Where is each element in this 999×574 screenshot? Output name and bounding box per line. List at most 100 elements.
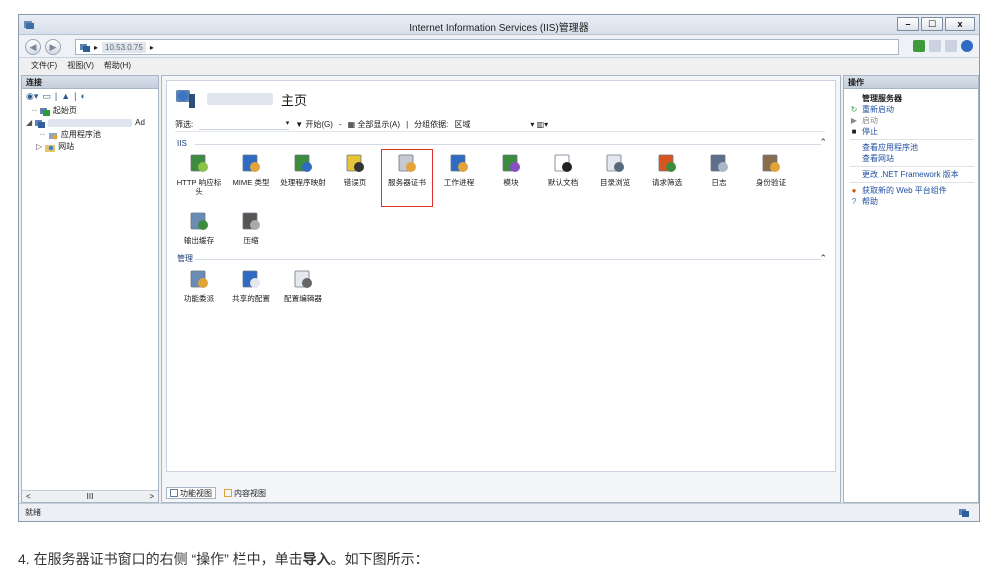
request-filter-icon — [658, 154, 676, 172]
actions-section-title: 管理服务器 — [862, 94, 902, 103]
group-management-collapse-icon[interactable]: ⌃ — [819, 253, 827, 264]
scroll-thumb[interactable]: III — [87, 492, 94, 501]
feature-delegation[interactable]: 功能委派 — [173, 265, 225, 323]
tree-item-start-page[interactable]: ┈ 起始页 — [26, 105, 158, 117]
feature-label: 日志 — [711, 178, 727, 187]
group-by-dropdown-icon[interactable]: ▾ ▥▾ — [530, 120, 548, 129]
action-view-sites[interactable]: 查看网站 — [850, 153, 974, 164]
help-dropdown-icon[interactable] — [961, 40, 973, 52]
show-all-button[interactable]: ▦ 全部显示(A) — [348, 119, 400, 130]
feature-certificate[interactable]: 服务器证书 — [381, 149, 433, 207]
address-path[interactable]: ▸ 10.53.0.75 ▸ — [75, 39, 899, 55]
action-help[interactable]: ? 帮助 — [850, 196, 974, 207]
actions-pane: 操作 管理服务器 ↻ 重新启动 ▶ 启动 ■ 停止 查看应用程序池 查看网站 更改 .… — [843, 75, 979, 503]
window-title: Internet Information Services (IIS)管理器 — [409, 23, 589, 34]
feature-worker-process[interactable]: 工作进程 — [433, 149, 485, 207]
tab-features-view[interactable]: 功能视图 — [166, 487, 216, 499]
home-icon[interactable] — [945, 40, 957, 52]
action-view-app-pools[interactable]: 查看应用程序池 — [850, 142, 974, 153]
sites-folder-icon — [45, 144, 56, 152]
feature-label: 输出缓存 — [183, 236, 215, 245]
scroll-right-icon[interactable]: > — [149, 492, 154, 501]
refresh-icon[interactable] — [913, 40, 925, 52]
minimize-button[interactable]: – — [897, 17, 919, 31]
tree-item-app-pools[interactable]: ┈ 应用程序池 — [26, 129, 158, 141]
feature-http-headers[interactable]: HTTP 响应标头 — [173, 149, 225, 207]
connections-pane: 连接 ◉▾ ▭ | ▲ | ◐ ┈ 起始页 ◢ Ad ┈ 应用程序池 ▷ 网站 … — [21, 75, 159, 503]
address-arrow: ▸ — [94, 42, 99, 52]
action-start: ▶ 启动 — [850, 116, 878, 125]
feature-shared-config[interactable]: 共享的配置 — [225, 265, 277, 323]
back-button[interactable]: ◀ — [25, 39, 41, 55]
connections-header: 连接 — [22, 76, 158, 89]
separator: | — [54, 91, 58, 101]
feature-auth[interactable]: 身份验证 — [745, 149, 797, 207]
feature-label: MIME 类型 — [232, 178, 270, 187]
feature-directory[interactable]: 目录浏览 — [589, 149, 641, 207]
maximize-button[interactable]: ☐ — [921, 17, 943, 31]
feature-request-filter[interactable]: 请求筛选 — [641, 149, 693, 207]
address-bar: ◀ ▶ ▸ 10.53.0.75 ▸ — [19, 36, 979, 58]
menu-file[interactable]: 文件(F) — [31, 59, 57, 73]
feature-logging[interactable]: 日志 — [693, 149, 745, 207]
restart-icon: ↻ — [850, 105, 858, 114]
address-segment-server[interactable]: 10.53.0.75 — [102, 41, 146, 53]
address-arrow-2: ▸ — [149, 42, 154, 52]
stop-icon: ■ — [851, 127, 857, 136]
content-view-icon — [224, 489, 232, 497]
forward-button[interactable]: ▶ — [45, 39, 61, 55]
action-get-web-platform[interactable]: ● 获取新的 Web 平台组件 — [850, 185, 974, 196]
save-icon[interactable]: ▭ — [42, 91, 51, 102]
action-restart[interactable]: ↻ 重新启动 — [850, 104, 974, 115]
feature-default-doc[interactable]: 默认文档 — [537, 149, 589, 207]
separator-2: | — [74, 91, 77, 101]
tree-item-server[interactable]: ◢ Ad — [26, 117, 158, 129]
status-bar: 就绪 — [19, 503, 979, 521]
app-pool-icon — [48, 132, 58, 139]
page-title: 主页 — [281, 92, 308, 108]
feature-error-page[interactable]: 错误页 — [329, 149, 381, 207]
http-headers-icon — [190, 154, 208, 172]
server-icon — [80, 43, 90, 52]
feature-compression[interactable]: 压缩 — [225, 207, 277, 265]
connect-icon[interactable]: ◉▾ — [26, 91, 38, 102]
close-button[interactable]: x — [945, 17, 975, 31]
feature-modules[interactable]: 模块 — [485, 149, 537, 207]
status-text: 就绪 — [25, 508, 41, 517]
group-by-select[interactable]: 区域 — [454, 119, 524, 130]
action-change-dotnet[interactable]: 更改 .NET Framework 版本 — [850, 169, 974, 180]
instruction-caption: 4. 在服务器证书窗口的右侧 “操作” 栏中，单击导入。如下图所示： — [18, 551, 429, 567]
feature-config-editor[interactable]: 配置编辑器 — [277, 265, 329, 323]
connection-status-icon — [959, 509, 969, 517]
mime-icon — [242, 154, 260, 172]
scroll-left-icon[interactable]: < — [26, 492, 31, 501]
disconnect-icon[interactable]: ◐ — [81, 91, 86, 101]
stop-nav-icon[interactable] — [929, 40, 941, 52]
action-stop[interactable]: ■ 停止 — [850, 126, 974, 137]
features-pane: 主页 筛选: ▾ ▼ 开始(G) - ▦ 全部显示(A) | 分组依据: 区域 … — [161, 75, 841, 503]
group-iis-divider — [195, 144, 821, 145]
feature-label: 服务器证书 — [388, 178, 426, 187]
worker-process-icon — [450, 154, 468, 172]
filter-input[interactable]: ▾ — [199, 119, 290, 130]
feature-mime[interactable]: MIME 类型 — [225, 149, 277, 207]
menu-help[interactable]: 帮助(H) — [104, 59, 131, 73]
start-icon: ▶ — [850, 116, 858, 125]
up-icon[interactable]: ▲ — [61, 91, 70, 101]
start-filter-button[interactable]: ▼ 开始(G) — [295, 119, 333, 130]
group-iis-collapse-icon[interactable]: ⌃ — [819, 137, 827, 148]
actions-header: 操作 — [844, 76, 978, 89]
auth-icon — [762, 154, 780, 172]
menu-view[interactable]: 视图(V) — [67, 59, 94, 73]
web-platform-icon: ● — [851, 186, 857, 195]
feature-label: 目录浏览 — [599, 178, 631, 187]
filter-bar: 筛选: ▾ ▼ 开始(G) - ▦ 全部显示(A) | 分组依据: 区域 ▾ ▥… — [175, 118, 825, 132]
default-doc-icon — [554, 154, 572, 172]
connections-hscrollbar[interactable]: < III > — [22, 490, 158, 502]
tab-content-view[interactable]: 内容视图 — [220, 487, 270, 499]
feature-handler[interactable]: 处理程序映射 — [277, 149, 329, 207]
server-home-icon — [176, 90, 195, 108]
feature-label: 默认文档 — [547, 178, 579, 187]
tree-item-sites[interactable]: ▷ 网站 — [26, 141, 158, 153]
shared-config-icon — [242, 270, 260, 288]
